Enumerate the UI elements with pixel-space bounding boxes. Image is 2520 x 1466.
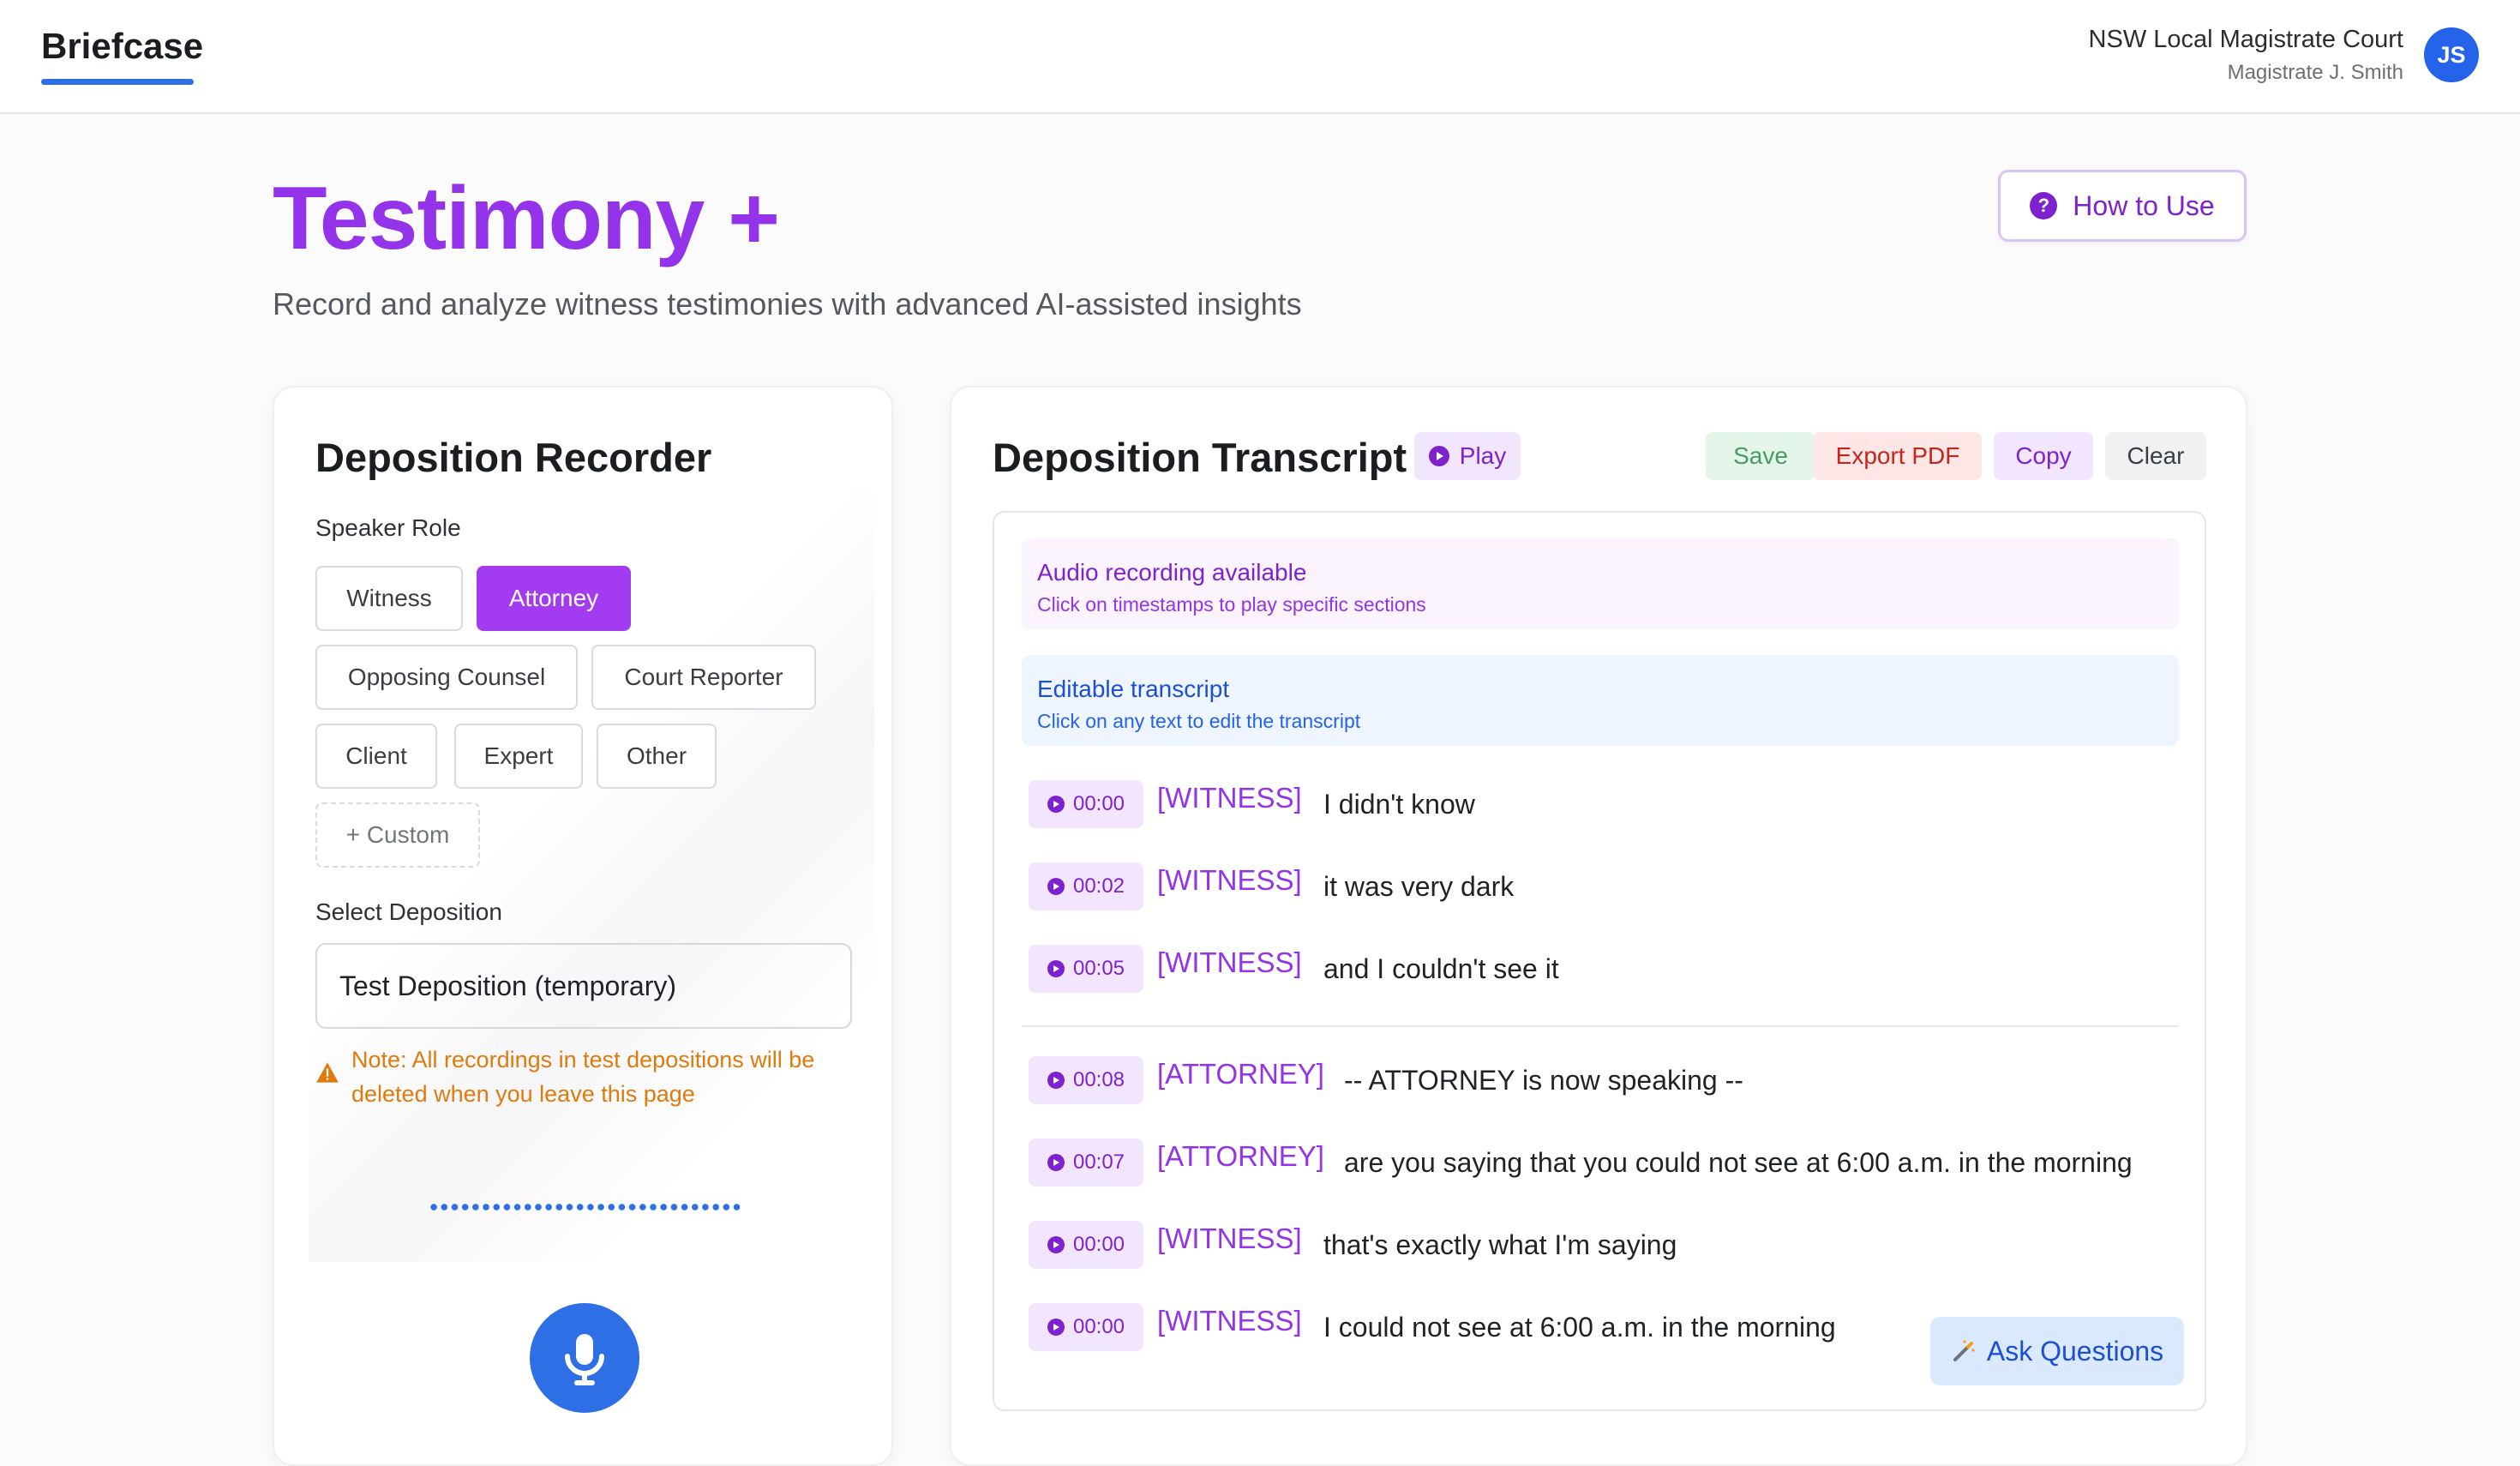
edit-banner-title: Editable transcript [1037, 676, 1230, 702]
play-circle-icon [1047, 878, 1065, 895]
avatar[interactable]: JS [2424, 27, 2479, 82]
timestamp-value: 00:02 [1072, 874, 1125, 898]
microphone-icon [565, 1334, 604, 1385]
timestamp-button[interactable]: 00:00 [1029, 780, 1143, 828]
speaker-tag: [ATTORNEY] [1157, 1140, 1324, 1172]
ask-questions-button[interactable]: Ask Questions [1930, 1317, 2184, 1385]
deposition-select[interactable]: Test Deposition (temporary) [315, 943, 852, 1029]
how-to-use-label: How to Use [2073, 189, 2215, 221]
play-label: Play [1459, 442, 1507, 469]
speaker-tag: [ATTORNEY] [1157, 1058, 1324, 1090]
timestamp-value: 00:00 [1072, 792, 1125, 815]
court-info: NSW Local Magistrate Court Magistrate J.… [2089, 26, 2403, 85]
utterance-text[interactable]: are you saying that you could not see at… [1344, 1147, 2133, 1179]
timestamp-value: 00:05 [1072, 957, 1125, 980]
play-circle-icon [1047, 1319, 1065, 1336]
transcript-entry: 00:00 [WITNESS] that's exactly what I'm … [1029, 1221, 2177, 1269]
add-custom-role-button[interactable]: + Custom [315, 802, 480, 868]
play-circle-icon [1047, 1154, 1065, 1171]
select-deposition-label: Select Deposition [315, 898, 502, 925]
role-client-button[interactable]: Client [315, 724, 437, 789]
warning-icon [316, 1062, 339, 1083]
audio-waveform [429, 1202, 741, 1212]
utterance-text[interactable]: and I couldn't see it [1323, 953, 1559, 985]
timestamp-button[interactable]: 00:00 [1029, 1221, 1143, 1269]
timestamp-button[interactable]: 00:00 [1029, 1303, 1143, 1351]
speaker-tag: [WITNESS] [1157, 1223, 1302, 1254]
role-attorney-button[interactable]: Attorney [477, 566, 631, 631]
role-court-reporter-button[interactable]: Court Reporter [591, 645, 816, 710]
save-button[interactable]: Save [1706, 432, 1815, 480]
role-other-button[interactable]: Other [597, 724, 717, 789]
audio-available-banner: Audio recording available Click on times… [1022, 538, 2179, 629]
page-title: Testimony + [273, 169, 780, 268]
timestamp-value: 00:00 [1072, 1315, 1125, 1338]
audio-banner-subtitle: Click on timestamps to play specific sec… [1037, 593, 1426, 616]
transcript-entry: 00:08 [ATTORNEY] -- ATTORNEY is now spea… [1029, 1056, 2177, 1104]
edit-banner-subtitle: Click on any text to edit the transcript [1037, 710, 1361, 732]
timestamp-value: 00:07 [1072, 1151, 1125, 1174]
speaker-tag: [WITNESS] [1157, 946, 1302, 978]
play-circle-icon [1047, 960, 1065, 977]
play-circle-icon [1047, 796, 1065, 813]
play-circle-icon [1047, 1236, 1065, 1253]
timestamp-button[interactable]: 00:08 [1029, 1056, 1143, 1104]
export-pdf-button[interactable]: Export PDF [1814, 432, 1982, 480]
speaker-tag: [WITNESS] [1157, 782, 1302, 814]
speaker-role-label: Speaker Role [315, 514, 461, 541]
timestamp-button[interactable]: 00:07 [1029, 1139, 1143, 1187]
utterance-text[interactable]: -- ATTORNEY is now speaking -- [1344, 1065, 1743, 1096]
timestamp-value: 00:08 [1072, 1068, 1125, 1091]
speaker-change-divider [1022, 1025, 2179, 1027]
utterance-text[interactable]: I could not see at 6:00 a.m. in the morn… [1323, 1312, 1836, 1343]
timestamp-button[interactable]: 00:05 [1029, 945, 1143, 993]
timestamp-button[interactable]: 00:02 [1029, 862, 1143, 910]
play-circle-icon [1428, 446, 1449, 466]
question-circle-icon: ? [2030, 192, 2058, 219]
recorder-title: Deposition Recorder [315, 435, 712, 480]
record-button[interactable] [530, 1303, 639, 1413]
timestamp-value: 00:00 [1072, 1233, 1125, 1256]
page-subtitle: Record and analyze witness testimonies w… [273, 286, 1302, 321]
deposition-transcript-card: Deposition Transcript Play Save Export P… [950, 386, 2247, 1466]
transcript-entry: 00:05 [WITNESS] and I couldn't see it [1029, 945, 2177, 993]
active-nav-indicator [41, 79, 194, 85]
audio-banner-title: Audio recording available [1037, 559, 1307, 586]
court-name: NSW Local Magistrate Court [2088, 26, 2403, 53]
copy-button[interactable]: Copy [1994, 432, 2093, 480]
transcript-entry: 00:00 [WITNESS] I didn't know [1029, 780, 2177, 828]
transcript-title: Deposition Transcript [993, 435, 1407, 480]
transcript-panel: Audio recording available Click on times… [993, 511, 2206, 1411]
utterance-text[interactable]: it was very dark [1323, 871, 1514, 903]
judge-name: Magistrate J. Smith [2227, 61, 2403, 84]
speaker-tag: [WITNESS] [1157, 864, 1302, 896]
clear-button[interactable]: Clear [2105, 432, 2206, 480]
magic-wand-icon [1953, 1340, 1975, 1361]
test-deposition-note: Note: All recordings in test depositions… [351, 1047, 815, 1107]
brand-link[interactable]: Briefcase [41, 26, 203, 67]
utterance-text[interactable]: I didn't know [1323, 789, 1475, 820]
how-to-use-button[interactable]: ? How to Use [1998, 170, 2247, 242]
transcript-entry: 00:07 [ATTORNEY] are you saying that you… [1029, 1139, 2177, 1187]
deposition-recorder-card: Deposition Recorder Speaker Role Witness… [273, 386, 893, 1466]
speaker-tag: [WITNESS] [1157, 1305, 1302, 1337]
ask-questions-label: Ask Questions [1986, 1335, 2164, 1367]
editable-transcript-banner: Editable transcript Click on any text to… [1022, 655, 2179, 746]
play-circle-icon [1047, 1072, 1065, 1089]
play-all-button[interactable]: Play [1414, 432, 1521, 480]
role-opposing-counsel-button[interactable]: Opposing Counsel [315, 645, 578, 710]
transcript-entry: 00:02 [WITNESS] it was very dark [1029, 862, 2177, 910]
top-nav: Briefcase NSW Local Magistrate Court Mag… [0, 0, 2520, 114]
role-witness-button[interactable]: Witness [315, 566, 463, 631]
selected-deposition-value: Test Deposition (temporary) [339, 970, 677, 1001]
role-expert-button[interactable]: Expert [454, 724, 583, 789]
utterance-text[interactable]: that's exactly what I'm saying [1323, 1229, 1677, 1261]
